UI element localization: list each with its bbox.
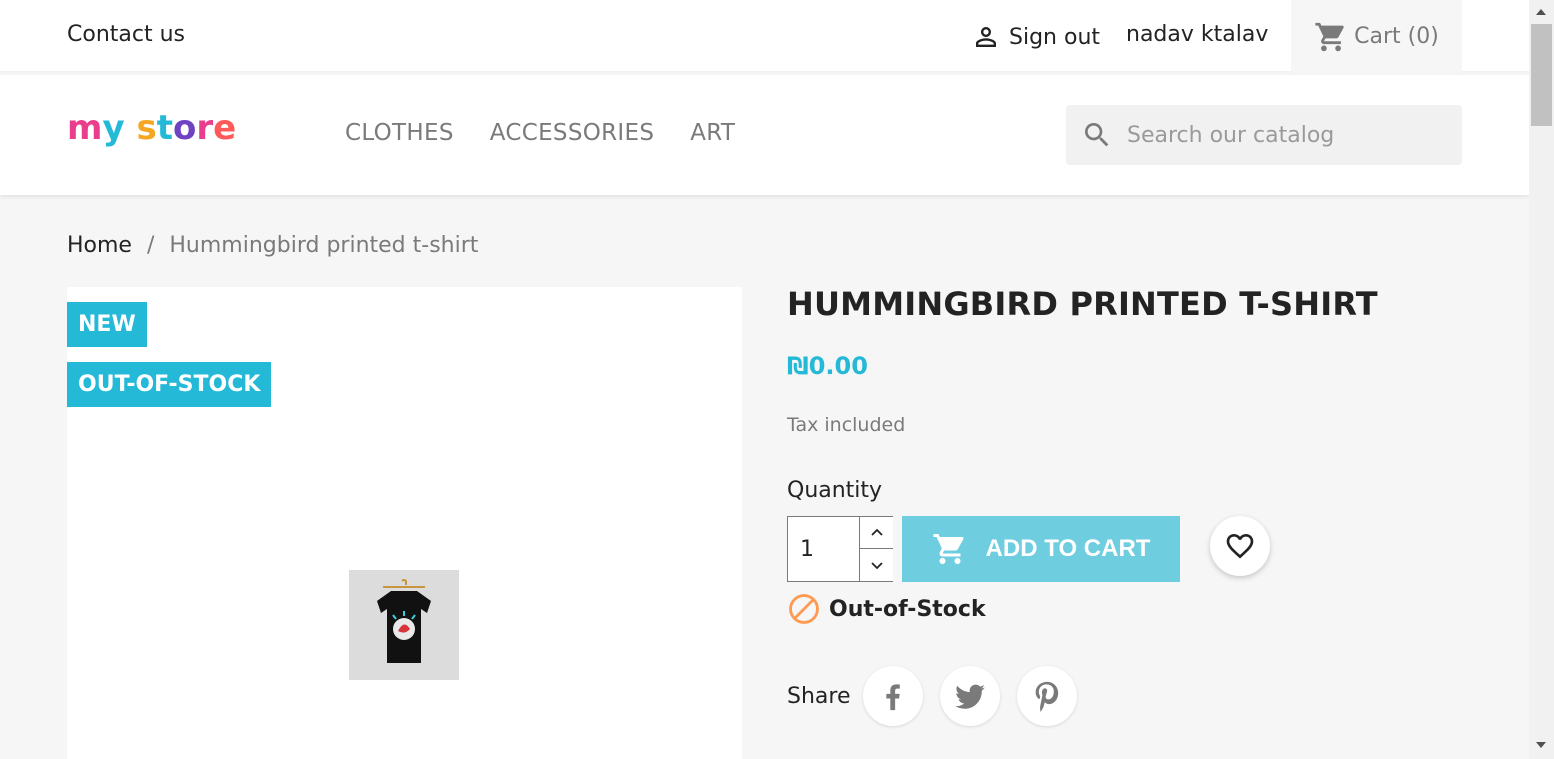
breadcrumb-home[interactable]: Home [67, 233, 132, 258]
twitter-icon [954, 684, 985, 709]
search-bar [1066, 105, 1462, 165]
facebook-icon [885, 684, 900, 711]
availability-status: Out-of-Stock [787, 592, 986, 626]
chevron-down-icon [870, 562, 883, 570]
tshirt-image [377, 579, 431, 663]
product-image[interactable] [349, 570, 459, 680]
heart-icon [1226, 534, 1254, 559]
social-share: Share [787, 666, 1094, 726]
menu-item-accessories[interactable]: ACCESSORIES [490, 120, 654, 146]
twitter-share-button[interactable] [939, 666, 1000, 726]
block-icon [789, 594, 819, 624]
availability-label: Out-of-Stock [829, 596, 986, 622]
facebook-share-button[interactable] [862, 666, 923, 726]
cart-count: (0) [1407, 24, 1439, 49]
shopping-cart-icon [1315, 22, 1344, 51]
product-price: ₪0.00 [787, 352, 868, 380]
main-menu: CLOTHES ACCESSORIES ART [345, 120, 735, 146]
wishlist-button[interactable] [1210, 516, 1270, 576]
shopping-cart-icon [933, 534, 964, 564]
tax-label: Tax included [787, 414, 906, 436]
chevron-up-icon [870, 528, 883, 536]
page-scrollbar[interactable] [1529, 0, 1554, 759]
person-icon [976, 27, 996, 47]
new-flag: NEW [67, 302, 147, 347]
quantity-decrease-button[interactable] [859, 549, 893, 581]
pinterest-icon [1035, 681, 1058, 712]
account-name-link[interactable]: nadav ktalav [1126, 22, 1268, 47]
sign-out-label: Sign out [1009, 24, 1101, 50]
add-to-cart-button[interactable]: ADD TO CART [902, 516, 1180, 582]
search-icon[interactable] [1081, 119, 1113, 151]
top-nav: Contact us Sign out nadav ktalav Cart (0… [0, 0, 1529, 73]
scroll-thumb[interactable] [1531, 24, 1552, 126]
pinterest-share-button[interactable] [1016, 666, 1077, 726]
quantity-label: Quantity [787, 478, 883, 503]
add-to-cart-label: ADD TO CART [985, 535, 1151, 562]
sign-out-link[interactable]: Sign out [971, 22, 1100, 52]
menu-item-art[interactable]: ART [690, 120, 735, 146]
quantity-input[interactable] [788, 517, 859, 581]
search-input[interactable] [1127, 122, 1427, 148]
product-title: HUMMINGBIRD PRINTED T-SHIRT [787, 285, 1378, 323]
breadcrumb-current: Hummingbird printed t-shirt [169, 233, 479, 258]
cart-button[interactable]: Cart (0) [1291, 0, 1462, 73]
scroll-up-arrow-icon[interactable] [1536, 9, 1546, 15]
share-label: Share [787, 683, 851, 709]
main-header: my store CLOTHES ACCESSORIES ART [0, 75, 1529, 195]
store-logo[interactable]: my store [67, 108, 236, 148]
out-of-stock-flag: OUT-OF-STOCK [67, 362, 272, 407]
product-image-panel: NEW OUT-OF-STOCK [67, 287, 742, 759]
quantity-increase-button[interactable] [859, 517, 893, 549]
scroll-down-arrow-icon[interactable] [1536, 742, 1546, 748]
contact-us-link[interactable]: Contact us [67, 22, 185, 47]
menu-item-clothes[interactable]: CLOTHES [345, 120, 454, 146]
breadcrumb: Home / Hummingbird printed t-shirt [67, 233, 478, 258]
quantity-stepper [787, 516, 893, 582]
cart-label: Cart [1354, 24, 1401, 49]
breadcrumb-separator: / [146, 233, 155, 258]
